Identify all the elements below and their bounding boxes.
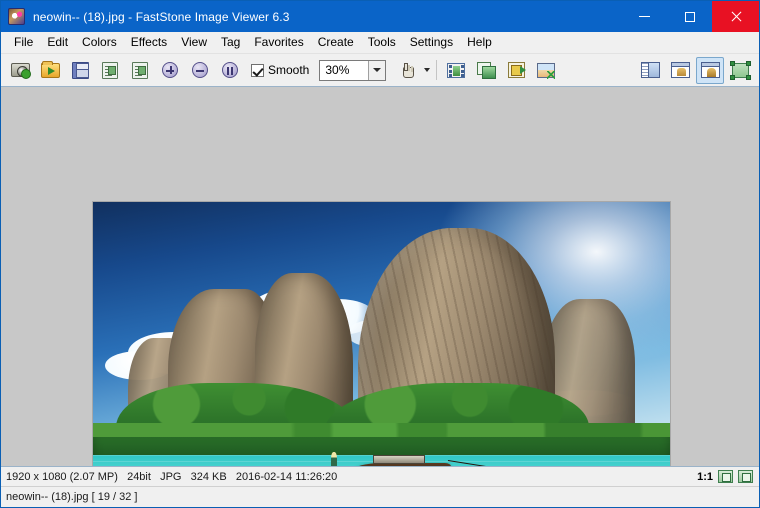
- zoom-out-icon: [192, 62, 208, 78]
- fit-to-window-icon[interactable]: [718, 470, 733, 483]
- file-properties-button[interactable]: [96, 57, 124, 84]
- open-folder-icon: [40, 60, 60, 78]
- hand-pan-icon: [400, 62, 415, 78]
- edit-image-icon: [537, 62, 556, 79]
- menu-item-tag[interactable]: Tag: [214, 33, 247, 52]
- fullscreen-icon: [729, 60, 751, 80]
- zoom-level-value[interactable]: 30%: [320, 61, 368, 80]
- menu-bar: File Edit Colors Effects View Tag Favori…: [1, 32, 759, 54]
- menu-item-settings[interactable]: Settings: [403, 33, 460, 52]
- view-browser-button[interactable]: [636, 57, 664, 84]
- actual-size-button[interactable]: [216, 57, 244, 84]
- slideshow-button[interactable]: [442, 57, 470, 84]
- zoom-level-dropdown-button[interactable]: [368, 60, 386, 80]
- menu-item-help[interactable]: Help: [460, 33, 499, 52]
- person-figure: [330, 452, 338, 466]
- menu-item-create[interactable]: Create: [311, 33, 361, 52]
- status-bar: 1920 x 1080 (2.07 MP) 24bit JPG 324 KB 2…: [1, 466, 759, 486]
- file-properties-icon: [102, 61, 118, 79]
- menu-item-colors[interactable]: Colors: [75, 33, 124, 52]
- screen-capture-icon: [10, 63, 31, 79]
- hand-tool-chevron-down-icon[interactable]: [424, 68, 431, 72]
- boat-canopy: [372, 455, 425, 464]
- compare-images-icon: [477, 62, 497, 79]
- hand-tool-group[interactable]: [392, 57, 431, 84]
- window-title: neowin-- (18).jpg - FastStone Image View…: [33, 9, 290, 24]
- smooth-label: Smooth: [268, 63, 310, 77]
- view-thumbnail-button[interactable]: [666, 57, 694, 84]
- menu-item-favorites[interactable]: Favorites: [247, 33, 310, 52]
- view-image-only-icon: [700, 62, 720, 78]
- chevron-down-icon: [373, 68, 382, 72]
- fullscreen-toggle-icon[interactable]: [738, 470, 753, 483]
- bottom-bar: neowin-- (18).jpg [ 19 / 32 ]: [1, 486, 759, 507]
- view-thumbnail-icon: [670, 62, 690, 78]
- menu-item-file[interactable]: File: [7, 33, 40, 52]
- zoom-out-button[interactable]: [186, 57, 214, 84]
- actual-size-icon: [222, 62, 238, 78]
- zoom-ratio-label[interactable]: 1:1: [697, 471, 713, 483]
- menu-item-tools[interactable]: Tools: [361, 33, 403, 52]
- zoom-in-icon: [162, 62, 178, 78]
- close-button[interactable]: [712, 1, 759, 32]
- smooth-checkbox[interactable]: [251, 63, 264, 77]
- view-browser-icon: [640, 62, 660, 78]
- minimize-icon: [639, 16, 650, 17]
- toolbar: Smooth 30%: [1, 54, 759, 87]
- slideshow-icon: [447, 62, 466, 78]
- menu-item-view[interactable]: View: [174, 33, 214, 52]
- zoom-level-combo[interactable]: 30%: [319, 59, 387, 81]
- save-as-icon: [71, 61, 89, 79]
- tag-image-button[interactable]: [502, 57, 530, 84]
- file-rename-button[interactable]: [126, 57, 154, 84]
- compare-images-button[interactable]: [472, 57, 500, 84]
- maximize-icon: [684, 11, 695, 22]
- app-window: neowin-- (18).jpg - FastStone Image View…: [0, 0, 760, 508]
- window-controls: [622, 1, 759, 32]
- current-file-label: neowin-- (18).jpg [ 19 / 32 ]: [6, 491, 138, 503]
- menu-item-effects[interactable]: Effects: [124, 33, 174, 52]
- faststone-app-icon: [8, 8, 25, 25]
- status-bar-right: 1:1: [697, 470, 759, 483]
- close-icon: [730, 11, 742, 23]
- fullscreen-button[interactable]: [726, 57, 754, 84]
- save-as-button[interactable]: [66, 57, 94, 84]
- smooth-checkbox-group[interactable]: Smooth: [251, 63, 309, 77]
- image-info-text: 1920 x 1080 (2.07 MP) 24bit JPG 324 KB 2…: [6, 470, 338, 483]
- toolbar-separator: [436, 60, 438, 80]
- title-bar: neowin-- (18).jpg - FastStone Image View…: [1, 1, 759, 32]
- zoom-in-button[interactable]: [156, 57, 184, 84]
- minimize-button[interactable]: [622, 1, 667, 32]
- displayed-image[interactable]: [92, 201, 671, 466]
- view-image-only-button[interactable]: [696, 56, 724, 84]
- file-rename-icon: [132, 61, 148, 79]
- open-folder-button[interactable]: [36, 57, 64, 84]
- tag-image-icon: [507, 62, 526, 78]
- hand-pan-button[interactable]: [393, 57, 421, 84]
- image-canvas[interactable]: [1, 87, 759, 466]
- maximize-button[interactable]: [667, 1, 712, 32]
- edit-image-button[interactable]: [532, 57, 560, 84]
- screen-capture-button[interactable]: [6, 57, 34, 84]
- menu-item-edit[interactable]: Edit: [40, 33, 75, 52]
